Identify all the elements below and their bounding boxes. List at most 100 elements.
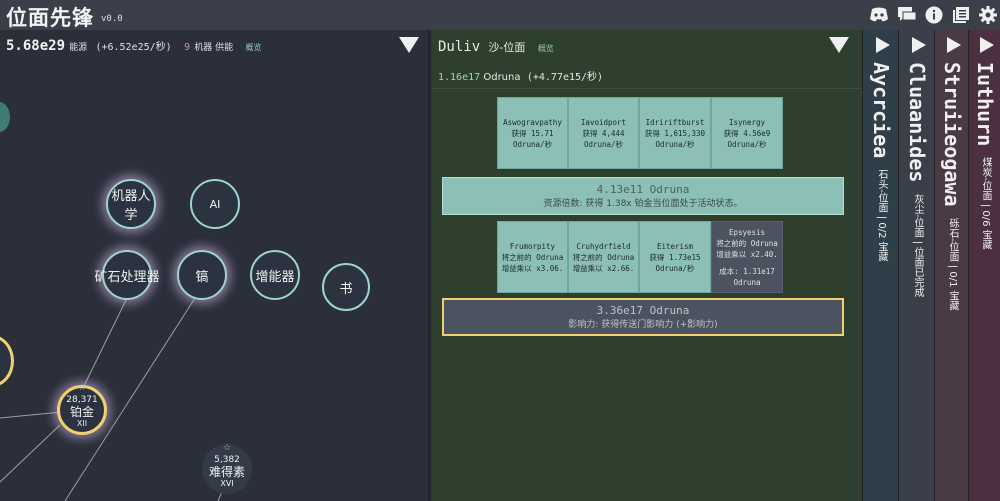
plane-overview-link[interactable]: 概览: [538, 44, 554, 53]
info-icon[interactable]: [924, 5, 944, 25]
bar-value: 4.13e11 Odruna: [596, 183, 690, 196]
expand-triangle-icon[interactable]: [912, 37, 926, 53]
upgrade-card[interactable]: Iavoidport 获得 4,444 Odruna/秒: [568, 97, 639, 169]
changelog-icon[interactable]: [951, 5, 971, 25]
influence-bar[interactable]: 3.36e17 Odruna 影响力: 获得传送门影响力 (+影响力): [442, 298, 844, 336]
star-icon: ☆: [222, 443, 232, 453]
expand-triangle-icon[interactable]: [980, 37, 994, 53]
expand-triangle-icon[interactable]: [876, 37, 890, 53]
upgrade-card[interactable]: Frumorpity 将之前的 Odruna 增益乘以 x3.06.: [497, 221, 568, 293]
panel-name-text: Struiieogawa: [940, 62, 964, 207]
node-ai[interactable]: AI: [190, 179, 240, 229]
upgrade-line: 获得 1,615,330: [644, 128, 706, 138]
plane-collapse-triangle-icon[interactable]: [829, 37, 849, 53]
node-pickaxe[interactable]: 镐: [177, 250, 227, 300]
side-panel-name: Iuthurn 煤炭-位面 | 0/6 宝藏: [973, 62, 997, 250]
node-robotics[interactable]: 机器人学: [106, 179, 156, 229]
side-panel-name: Struiieogawa 砾石-位面 | 0/1 宝藏: [940, 62, 964, 310]
upgrade-name: Eiterism: [656, 241, 694, 251]
upgrade-card[interactable]: Eiterism 获得 1.73e15 Odruna/秒: [639, 221, 711, 293]
rare-level: XVI: [220, 479, 234, 488]
plane-resource-rate: (+4.77e15/秒): [526, 72, 604, 83]
side-panel-name: Aycrciea 石头-位面 | 0/2 宝藏: [869, 62, 893, 262]
upgrade-name: Cruhydrfield: [576, 241, 631, 251]
upgrade-line: 增益乘以 x2.40.: [716, 249, 778, 259]
upgrade-line: 将之前的 Odruna: [716, 238, 778, 248]
side-panel-name: Cluaanides 灰尘-位面 | 位面已完成: [905, 62, 929, 297]
upgrade-cost: 成本: 1.31e17: [719, 266, 775, 276]
upgrade-card[interactable]: Aswogravpathy 获得 15.71 Odruna/秒: [497, 97, 568, 169]
upgrade-line: 获得 4,444: [582, 128, 625, 138]
upgrade-line: 增益乘以 x2.66.: [572, 263, 635, 273]
side-panel-aycrciea[interactable]: Aycrciea 石头-位面 | 0/2 宝藏: [862, 30, 898, 501]
node-booster-label: 增能器: [255, 269, 295, 285]
upgrade-line: Odruna/秒: [655, 139, 695, 149]
plane-type: 沙-位面: [488, 41, 526, 54]
upgrade-line: Odruna/秒: [583, 139, 624, 149]
rare-name: 难得素: [208, 465, 245, 479]
upgrade-card[interactable]: Idririftburst 获得 1,615,330 Odruna/秒: [639, 97, 711, 169]
upgrade-name: Iavoidport: [580, 117, 627, 127]
plane-resource-value: 1.16e17: [438, 72, 481, 83]
upgrade-line: 获得 1.73e15: [649, 252, 701, 262]
bar-value: 3.36e17 Odruna: [596, 304, 690, 317]
side-panel-struiieogawa[interactable]: Struiieogawa 砾石-位面 | 0/1 宝藏: [934, 30, 968, 501]
upgrade-card[interactable]: Isynergy 获得 4.56e9 Odruna/秒: [711, 97, 783, 169]
panel-name-text: Aycrciea: [869, 62, 893, 159]
panel-sub-text: 煤炭-位面 | 0/6 宝藏: [980, 157, 991, 250]
upgrade-name: Epsyesis: [728, 227, 766, 237]
node-platinum[interactable]: ☆ 28,371 铂金 XII: [57, 383, 107, 435]
platinum-level: XII: [76, 419, 88, 428]
panel-sub-text: 砾石-位面 | 0/1 宝藏: [947, 217, 958, 311]
upgrade-name: Frumorpity: [509, 241, 556, 251]
upgrade-line: 将之前的 Odruna: [572, 252, 635, 262]
resource-multiplier-bar[interactable]: 4.13e11 Odruna 资源倍数: 获得 1.38x 铂金当位面处于活动状…: [442, 177, 844, 215]
divider: [432, 88, 862, 89]
upgrade-line: Odruna/秒: [512, 139, 553, 149]
bar-description: 影响力: 获得传送门影响力 (+影响力): [568, 320, 718, 330]
app-title: 位面先锋: [6, 6, 94, 30]
app-version: v0.0: [101, 14, 123, 24]
upgrade-card-locked[interactable]: Epsyesis 将之前的 Odruna 增益乘以 x2.40. 成本: 1.3…: [711, 221, 783, 293]
star-icon: ☆: [77, 383, 87, 393]
upgrade-card[interactable]: Cruhydrfield 将之前的 Odruna 增益乘以 x2.66.: [568, 221, 639, 293]
bar-description: 资源倍数: 获得 1.38x 铂金当位面处于活动状态。: [543, 199, 743, 209]
plane-panel: Duliv 沙-位面 概览 1.16e17 Odruna (+4.77e15/秒…: [432, 30, 862, 501]
discord-icon[interactable]: [869, 5, 889, 25]
expand-triangle-icon[interactable]: [947, 37, 961, 53]
node-book[interactable]: 书: [322, 263, 370, 311]
upgrade-line: 增益乘以 x3.06.: [501, 263, 564, 273]
node-robotics-label: 机器人学: [111, 189, 151, 223]
panel-sub-text: 灰尘-位面 | 位面已完成: [912, 193, 923, 297]
upgrade-line: 将之前的 Odruna: [501, 252, 564, 262]
upgrade-name: Isynergy: [728, 117, 766, 127]
gear-icon[interactable]: [978, 5, 998, 25]
top-bar: 位面先锋 v0.0: [0, 0, 1000, 30]
panel-sub-text: 石头-位面 | 0/2 宝藏: [876, 169, 887, 263]
upgrade-line: Odruna/秒: [655, 263, 695, 273]
upgrade-line: 获得 4.56e9: [723, 128, 771, 138]
node-pickaxe-label: 镐: [195, 269, 209, 285]
platinum-name: 铂金: [69, 405, 94, 419]
machines-panel: 5.68e29 能源 (+6.52e25/秒) 9 机器 供能 概览 机器人学 …: [0, 30, 430, 501]
chat-icon[interactable]: [897, 5, 917, 25]
plane-resource-name: Odruna: [483, 72, 521, 83]
plane-name: Duliv: [438, 39, 481, 55]
plane-resource-line: 1.16e17 Odruna (+4.77e15/秒): [438, 68, 603, 83]
node-rare[interactable]: ☆ 5,382 难得素 XVI: [202, 443, 252, 494]
plane-header: Duliv 沙-位面 概览: [438, 39, 554, 55]
side-panel-iuthurn[interactable]: Iuthurn 煤炭-位面 | 0/6 宝藏: [968, 30, 1000, 501]
upgrade-cost-unit: Odruna: [733, 277, 761, 287]
upgrade-name: Aswogravpathy: [503, 117, 562, 127]
node-book-label: 书: [339, 281, 353, 297]
node-ore-processor[interactable]: 矿石处理器: [95, 250, 160, 300]
upgrade-name: Idririftburst: [645, 117, 705, 127]
side-panel-cluaanides[interactable]: Cluaanides 灰尘-位面 | 位面已完成: [898, 30, 934, 501]
panel-name-text: Cluaanides: [905, 62, 929, 183]
upgrade-line: 获得 15.71: [511, 128, 554, 138]
node-booster[interactable]: 增能器: [250, 250, 300, 300]
node-ore-label: 矿石处理器: [94, 269, 160, 285]
node-ai-label: AI: [209, 197, 221, 211]
upgrade-line: Odruna/秒: [727, 139, 767, 149]
panel-name-text: Iuthurn: [973, 62, 997, 147]
